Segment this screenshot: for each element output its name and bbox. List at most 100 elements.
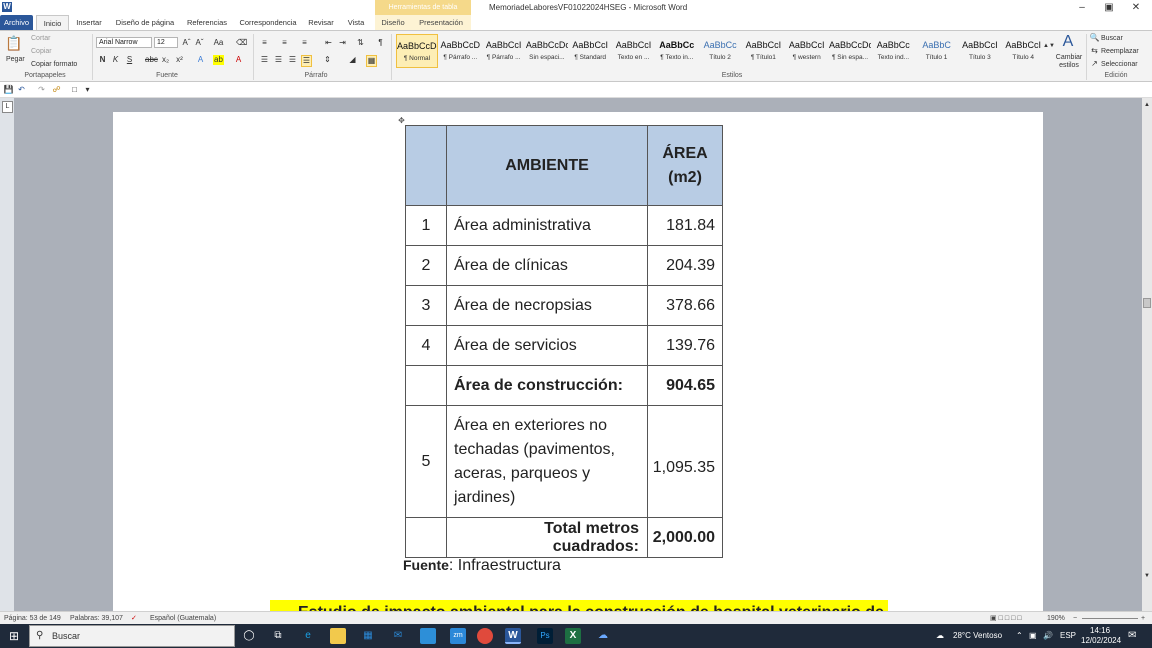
- tab-correspondencia[interactable]: Correspondencia: [236, 15, 300, 30]
- scroll-up-icon[interactable]: ▲: [1142, 100, 1152, 110]
- style-gallery-item[interactable]: AaBbCc Texto ind...: [872, 34, 914, 68]
- line-spacing-icon[interactable]: ⇕: [322, 55, 333, 65]
- change-styles-button[interactable]: Cambiar estilos: [1055, 54, 1083, 70]
- find-button[interactable]: Buscar: [1101, 34, 1123, 43]
- underline-icon[interactable]: S: [124, 55, 135, 65]
- zoom-app-icon[interactable]: zm: [450, 628, 466, 644]
- subtotal-name-cell[interactable]: Área de construcción:: [446, 365, 648, 406]
- word-count[interactable]: Palabras: 39,107: [70, 613, 123, 624]
- style-gallery-item[interactable]: AaBbCcDdI ¶ Sin espa...: [829, 34, 871, 68]
- tab-inicio[interactable]: Inicio: [36, 15, 69, 30]
- strikethrough-icon[interactable]: abc: [145, 55, 158, 65]
- row-number-cell[interactable]: 2: [405, 245, 447, 286]
- exterior-name-cell[interactable]: Área en exteriores no techadas (paviment…: [446, 405, 648, 518]
- undo-icon[interactable]: ↶: [16, 85, 27, 95]
- tab-selector-icon[interactable]: L: [2, 101, 13, 113]
- format-painter-button[interactable]: Copiar formato: [31, 60, 77, 69]
- row-area-cell[interactable]: 181.84: [647, 205, 723, 246]
- save-icon[interactable]: 💾: [3, 85, 14, 95]
- network-icon[interactable]: ▣: [1029, 631, 1037, 641]
- customize-toolbar-icon[interactable]: ▾: [82, 85, 93, 95]
- row-number-cell[interactable]: 4: [405, 325, 447, 366]
- taskbar-app-icon[interactable]: ☁: [595, 628, 611, 644]
- row-area-cell[interactable]: 139.76: [647, 325, 723, 366]
- multilevel-list-icon[interactable]: ≡: [299, 38, 310, 48]
- total-area-cell[interactable]: 2,000.00: [647, 517, 723, 558]
- minimize-button[interactable]: –: [1071, 1, 1093, 14]
- clear-format-icon[interactable]: ⌫: [236, 38, 247, 48]
- font-color-icon[interactable]: A: [233, 55, 244, 65]
- copy-button[interactable]: Copiar: [31, 47, 52, 56]
- exterior-area-cell[interactable]: 1,095.35: [647, 405, 723, 518]
- row-name-cell[interactable]: Área de necropsias: [446, 285, 648, 326]
- mail-icon[interactable]: ✉: [390, 628, 406, 644]
- store-icon[interactable]: ▦: [360, 628, 376, 644]
- decrease-indent-icon[interactable]: ⇤: [323, 38, 334, 48]
- style-gallery-item[interactable]: AaBbCcI Título 3: [959, 34, 1001, 68]
- row-name-cell[interactable]: Área de clínicas: [446, 245, 648, 286]
- font-name-select[interactable]: Arial Narrow: [96, 37, 152, 48]
- tab-insertar[interactable]: Insertar: [72, 15, 106, 30]
- style-gallery-item[interactable]: AaBbCcDc Sin espaci...: [526, 34, 568, 68]
- change-case-icon[interactable]: Aa: [213, 38, 224, 48]
- clock-time[interactable]: 14:16: [1090, 626, 1110, 636]
- subtotal-area-cell[interactable]: 904.65: [647, 365, 723, 406]
- tab-archivo[interactable]: Archivo: [0, 15, 33, 30]
- row-area-cell[interactable]: 204.39: [647, 245, 723, 286]
- restore-button[interactable]: ▣: [1098, 1, 1120, 14]
- zoom-out-icon[interactable]: −: [1073, 613, 1077, 624]
- windows-start-icon[interactable]: ⊞: [6, 628, 22, 644]
- italic-icon[interactable]: K: [110, 55, 121, 65]
- vertical-scrollbar[interactable]: ▲ ▼: [1142, 98, 1152, 611]
- redo-icon[interactable]: ↷: [36, 85, 47, 95]
- superscript-icon[interactable]: x²: [174, 55, 185, 65]
- document-page[interactable]: ✥ AMBIENTE ÁREA (m2) 1 Área administrati…: [113, 112, 1043, 612]
- style-gallery-item[interactable]: AaBbCcI ¶ Párrafo ...: [483, 34, 525, 68]
- text-effects-icon[interactable]: A: [195, 55, 206, 65]
- close-button[interactable]: ✕: [1125, 1, 1147, 14]
- cortana-icon[interactable]: ◯: [241, 628, 257, 644]
- change-styles-icon[interactable]: A: [1058, 33, 1078, 51]
- tab-revisar[interactable]: Revisar: [305, 15, 337, 30]
- zoom-in-icon[interactable]: +: [1141, 613, 1145, 624]
- edge-icon[interactable]: e: [300, 628, 316, 644]
- style-gallery-item[interactable]: AaBbCcI Título 4: [1002, 34, 1044, 68]
- row-area-cell[interactable]: 378.66: [647, 285, 723, 326]
- row-name-cell[interactable]: Área administrativa: [446, 205, 648, 246]
- new-document-icon[interactable]: □: [69, 85, 80, 95]
- select-icon[interactable]: ↗: [1089, 59, 1100, 69]
- cut-button[interactable]: Cortar: [31, 34, 50, 43]
- header-number-cell[interactable]: [405, 125, 447, 206]
- header-area-cell[interactable]: ÁREA (m2): [647, 125, 723, 206]
- word-app-icon[interactable]: W: [2, 2, 12, 12]
- increase-indent-icon[interactable]: ⇥: [337, 38, 348, 48]
- align-right-icon[interactable]: ☰: [287, 55, 298, 65]
- notifications-icon[interactable]: ✉: [1128, 631, 1136, 641]
- align-center-icon[interactable]: ☰: [273, 55, 284, 65]
- subtotal-number-cell[interactable]: [405, 365, 447, 406]
- grow-font-icon[interactable]: Aˆ: [181, 38, 192, 48]
- style-gallery-item[interactable]: AaBbCcI ¶ Título1: [742, 34, 784, 68]
- zoom-level[interactable]: 190%: [1047, 613, 1065, 624]
- chrome-icon[interactable]: [477, 628, 493, 644]
- view-buttons-icon[interactable]: ▣□□□□: [990, 613, 1042, 624]
- select-button[interactable]: Seleccionar: [1101, 60, 1138, 69]
- weather-status[interactable]: 28°C Ventoso: [953, 631, 1002, 641]
- shrink-font-icon[interactable]: Aˇ: [194, 38, 205, 48]
- replace-icon[interactable]: ⇆: [1089, 46, 1100, 56]
- style-gallery-item[interactable]: AaBbCc Título 2: [699, 34, 741, 68]
- volume-icon[interactable]: 🔊: [1043, 631, 1053, 641]
- tray-expand-icon[interactable]: ⌃: [1016, 631, 1023, 641]
- zoom-slider[interactable]: [1082, 618, 1138, 619]
- tab-diseno-pagina[interactable]: Diseño de página: [110, 15, 180, 30]
- row-number-cell[interactable]: 1: [405, 205, 447, 246]
- show-marks-icon[interactable]: ¶: [375, 38, 386, 48]
- subscript-icon[interactable]: x₂: [160, 55, 171, 65]
- bold-icon[interactable]: N: [97, 55, 108, 65]
- highlight-icon[interactable]: ab: [213, 55, 224, 65]
- task-view-icon[interactable]: ⧉: [270, 628, 286, 644]
- clock-date[interactable]: 12/02/2024: [1081, 636, 1121, 646]
- scroll-thumb[interactable]: [1143, 298, 1151, 308]
- tab-presentacion[interactable]: Presentación: [411, 15, 471, 30]
- file-explorer-icon[interactable]: [330, 628, 346, 644]
